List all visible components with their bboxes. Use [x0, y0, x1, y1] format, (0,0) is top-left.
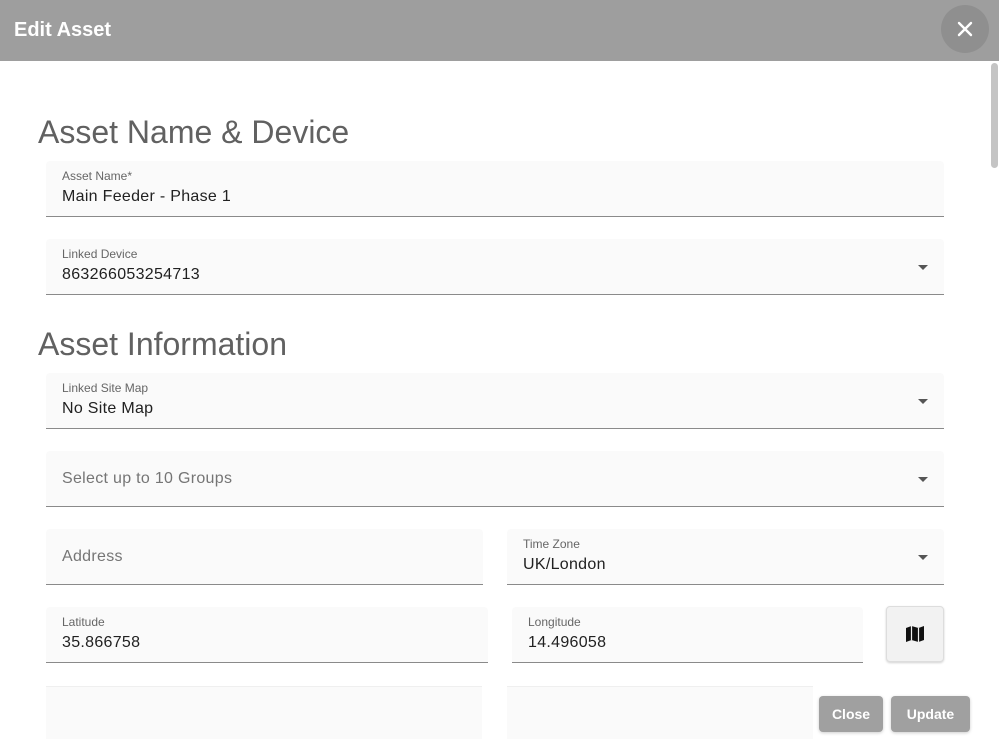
section-title-name-device: Asset Name & Device [38, 114, 350, 150]
latitude-input[interactable]: Latitude 35.866758 [46, 607, 488, 663]
scrollbar-thumb[interactable] [991, 63, 998, 168]
close-button[interactable]: Close [819, 696, 883, 732]
longitude-input[interactable]: Longitude 14.496058 [512, 607, 863, 663]
asset-name-label: Asset Name* [62, 169, 133, 183]
map-icon [906, 626, 924, 642]
asset-name-field[interactable]: Asset Name* Main Feeder - Phase 1 [46, 161, 944, 217]
linked-device-label: Linked Device [62, 247, 138, 261]
close-icon [957, 21, 973, 37]
longitude-label: Longitude [528, 615, 581, 629]
dropdown-arrow-icon [918, 399, 928, 404]
latitude-label: Latitude [62, 615, 105, 629]
time-zone-select[interactable]: Time Zone UK/London [507, 529, 944, 585]
linked-device-select[interactable]: Linked Device 863266053254713 [46, 239, 944, 295]
groups-select[interactable]: Select up to 10 Groups [46, 451, 944, 507]
dropdown-arrow-icon [918, 265, 928, 270]
next-row-field [46, 686, 482, 739]
groups-placeholder: Select up to 10 Groups [62, 470, 233, 487]
latitude-value: 35.866758 [62, 634, 141, 651]
linked-device-value: 863266053254713 [62, 266, 200, 283]
update-button[interactable]: Update [891, 696, 970, 732]
dropdown-arrow-icon [918, 477, 928, 482]
dialog-close-button[interactable] [941, 5, 989, 53]
next-row-field [507, 686, 813, 739]
linked-site-map-label: Linked Site Map [62, 381, 149, 395]
dialog-title: Edit Asset [14, 19, 112, 41]
dropdown-arrow-icon [918, 555, 928, 560]
time-zone-label: Time Zone [523, 537, 580, 551]
map-picker-button[interactable] [886, 606, 944, 662]
longitude-value: 14.496058 [528, 634, 607, 651]
address-input[interactable]: Address [46, 529, 483, 585]
linked-site-map-value: No Site Map [62, 400, 154, 417]
asset-name-value: Main Feeder - Phase 1 [62, 188, 232, 205]
linked-site-map-select[interactable]: Linked Site Map No Site Map [46, 373, 944, 429]
address-placeholder: Address [62, 548, 123, 565]
dialog-header: Edit Asset [0, 0, 999, 61]
time-zone-value: UK/London [523, 556, 606, 573]
section-title-information: Asset Information [38, 326, 287, 362]
